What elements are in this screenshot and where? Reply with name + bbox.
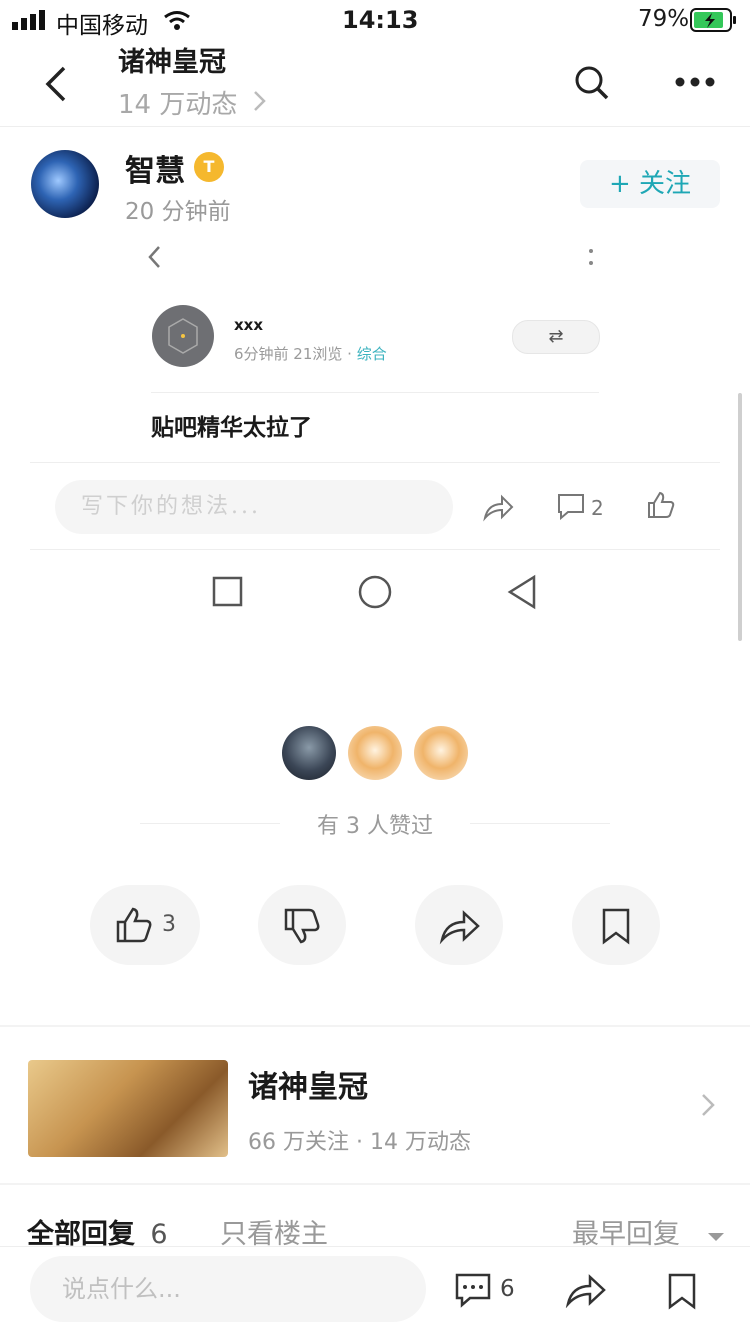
nav-subtitle-text: 14 万动态 <box>118 90 238 120</box>
status-bar: 中国移动 14:13 79% <box>0 0 750 40</box>
battery-label: 79% <box>638 6 690 32</box>
embedded-post-text: 贴吧精华太拉了 <box>151 415 312 441</box>
post-time: 20 分钟前 <box>125 199 231 225</box>
scrollbar[interactable] <box>738 393 742 641</box>
forum-name: 诸神皇冠 <box>248 1070 368 1105</box>
embedded-meta-text: 6分钟前 21浏览 · <box>234 345 357 363</box>
embedded-comment-input: 写下你的想法... <box>55 480 453 534</box>
battery-icon <box>690 8 736 32</box>
embedded-comment-icon <box>558 494 584 521</box>
search-icon[interactable] <box>573 64 611 102</box>
more-icon[interactable] <box>674 74 716 90</box>
like-count: 3 <box>162 912 176 937</box>
embedded-divider-2 <box>30 462 720 463</box>
nav-subtitle[interactable]: 14 万动态 <box>118 84 268 121</box>
bottom-bookmark-icon[interactable] <box>666 1272 698 1310</box>
embedded-meta: 6分钟前 21浏览 · 综合 <box>234 343 387 364</box>
wifi-icon <box>164 11 190 30</box>
nav-title[interactable]: 诸神皇冠 <box>118 40 226 79</box>
triangle-back-nav-icon <box>507 574 536 610</box>
author-avatar[interactable] <box>31 150 99 218</box>
thumbs-up-icon <box>116 907 152 943</box>
bottom-share-icon[interactable] <box>565 1272 607 1308</box>
reply-input[interactable]: 说点什么... <box>30 1256 426 1322</box>
embedded-avatar <box>152 305 214 367</box>
embedded-category: 综合 <box>356 345 387 363</box>
caret-down-icon <box>707 1233 724 1241</box>
embedded-divider <box>151 392 599 393</box>
follow-button[interactable]: + 关注 <box>580 160 720 208</box>
circle-nav-icon <box>358 575 392 609</box>
like-button[interactable]: 3 <box>90 885 200 965</box>
embedded-username: xxx <box>234 316 264 334</box>
embedded-share-icon <box>483 494 514 522</box>
section-divider <box>0 1183 750 1185</box>
author-name[interactable]: 智慧 <box>125 146 185 190</box>
liker-avatar[interactable] <box>282 726 336 780</box>
clock: 14:13 <box>342 6 419 34</box>
embedded-divider-3 <box>30 549 720 550</box>
embedded-comment-count: 2 <box>591 496 604 520</box>
embedded-more-icon <box>589 249 593 265</box>
liker-avatar[interactable] <box>414 726 468 780</box>
forum-cover-image <box>28 1060 228 1157</box>
bottom-comment-count: 6 <box>500 1276 515 1302</box>
liker-avatar[interactable] <box>348 726 402 780</box>
embedded-switch-button: ⇄ <box>512 320 600 354</box>
chevron-right-icon <box>702 1094 715 1116</box>
bookmark-button[interactable] <box>572 885 660 965</box>
dislike-button[interactable] <box>258 885 346 965</box>
level-badge: T <box>194 152 224 182</box>
hexagon-icon <box>168 318 198 354</box>
nav-divider <box>0 126 750 127</box>
back-icon[interactable] <box>40 64 70 104</box>
chevron-right-icon <box>253 91 266 111</box>
comment-icon[interactable] <box>454 1272 492 1308</box>
liked-count-text: 有 3 人赞过 <box>317 814 433 839</box>
embedded-like-icon <box>648 491 675 518</box>
thumbs-down-icon <box>284 908 320 944</box>
carrier-label: 中国移动 <box>56 13 148 39</box>
share-icon <box>439 910 480 945</box>
forum-stats: 66 万关注 · 14 万动态 <box>248 1130 471 1155</box>
section-divider <box>0 1025 750 1027</box>
bookmark-icon <box>602 908 630 945</box>
square-nav-icon <box>212 576 243 607</box>
share-button[interactable] <box>415 885 503 965</box>
embedded-back-icon <box>148 246 160 268</box>
signal-icon <box>12 10 45 30</box>
